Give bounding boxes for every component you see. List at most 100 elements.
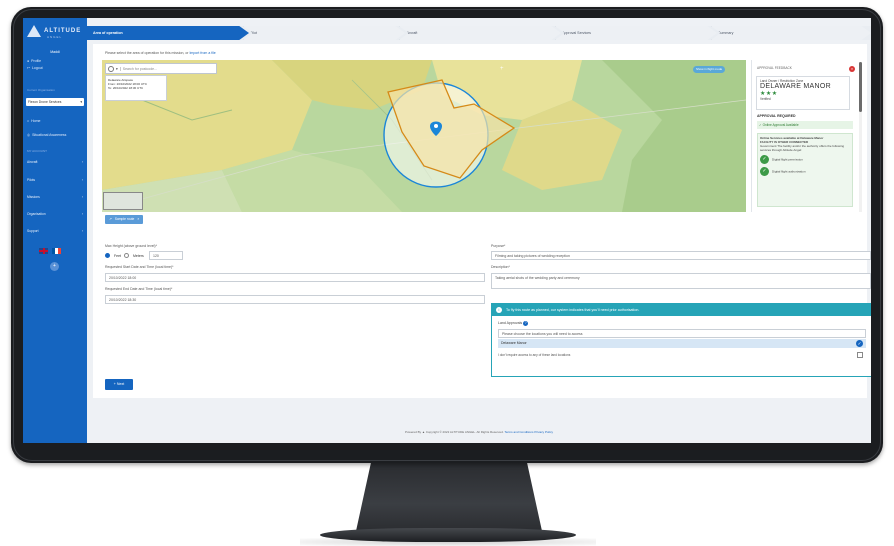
step-approval-services[interactable]: Approval Services — [555, 26, 717, 40]
start-date-input[interactable]: 20/10/2022 18:00 — [105, 273, 485, 282]
step-summary[interactable]: Summary — [711, 26, 871, 40]
import-file-link[interactable]: Import from a file — [189, 51, 215, 55]
chevron-right-icon: › — [81, 229, 83, 233]
step-area-of-operation[interactable]: Area of operation — [87, 26, 249, 40]
sidebar-item-home[interactable]: ⌂ Home — [27, 119, 40, 123]
sidebar: ALTITUDE ANGEL Maddi ● Profile ↩ Logout … — [23, 18, 87, 443]
service-item: ✓ Digital flight authorization — [760, 167, 850, 176]
approval-panel-title: APPROVAL FEEDBACK — [757, 66, 792, 70]
max-height-label: Max Height (above ground level)* — [105, 244, 157, 248]
no-land-access-checkbox[interactable] — [857, 352, 863, 358]
manage-section-label: MY ACCOUNT — [27, 149, 47, 153]
sidebar-item-situational-awareness[interactable]: ◎ Situational Awareness — [27, 133, 66, 137]
check-icon: ✓ — [759, 123, 762, 127]
description-label: Description* — [491, 265, 510, 269]
sidebar-item-label: Situational Awareness — [32, 133, 67, 137]
chevron-right-icon: › — [81, 195, 83, 199]
search-input[interactable]: Search for postcode... — [123, 67, 157, 71]
instruction-label: Please select the area of operation for … — [105, 51, 189, 55]
close-icon[interactable]: × — [849, 66, 855, 72]
france-flag-icon[interactable] — [52, 248, 61, 254]
map-layer-thumbnail[interactable] — [103, 192, 143, 210]
logout-label: Logout — [31, 66, 43, 70]
sidebar-item-label: Pilots — [27, 178, 36, 182]
flight-mode-button[interactable]: Show in flight mode — [693, 66, 726, 73]
next-button[interactable]: + Next — [105, 379, 133, 390]
step-aircraft[interactable]: Aircraft — [399, 26, 561, 40]
copyright: Copyright © 2022 ALTITUDE ANGEL. All Rig… — [425, 430, 504, 434]
sidebar-item-aircraft[interactable]: Aircraft › — [27, 160, 83, 164]
start-date-label: Requested Start Date and Time (local tim… — [105, 265, 174, 269]
sidebar-item-organisation[interactable]: Organisation › — [27, 212, 83, 216]
profile-label: Profile — [31, 59, 42, 63]
terms-link[interactable]: Terms and Conditions — [504, 430, 533, 434]
alert-header: i To fly this route as planned, our syst… — [492, 304, 871, 316]
sidebar-item-label: Support — [27, 229, 39, 233]
sample-route-button[interactable]: ↗ Sample route × — [105, 215, 144, 224]
postcode-search[interactable]: ▾ Search for postcode... — [105, 63, 217, 74]
panel-scrollbar[interactable] — [859, 62, 862, 212]
height-unit-group: Feet Meters — [105, 253, 144, 258]
monitor-stand-base — [320, 528, 576, 542]
meters-radio[interactable] — [124, 253, 130, 258]
sidebar-item-label: Organisation — [27, 212, 46, 216]
locate-icon[interactable] — [108, 65, 114, 72]
popup-to: To: 20/10/2022 18:30 UTC — [108, 86, 144, 91]
zone-card[interactable]: Land Owner / Restriction Zone DELAWARE M… — [756, 76, 850, 110]
sidebar-item-missions[interactable]: Missions › — [27, 195, 83, 199]
service-label: Digital flight authorization — [772, 169, 806, 174]
service-label: Digital flight permission — [772, 157, 803, 162]
chevron-right-icon: › — [81, 160, 83, 164]
user-name: Maddi — [50, 50, 60, 54]
chevron-right-icon: › — [81, 178, 83, 182]
online-approval-label: Online Approval Available — [762, 123, 799, 127]
approval-panel: APPROVAL FEEDBACK × Land Owner / Restric… — [751, 60, 859, 212]
logout-icon: ↩ — [27, 66, 30, 70]
close-icon[interactable]: × — [137, 215, 139, 224]
help-icon[interactable]: ? — [523, 321, 529, 326]
land-option-delaware-manor[interactable]: Delaware Manor ✓ — [498, 339, 866, 348]
logo-subtext: ANGEL — [47, 35, 63, 39]
description-textarea[interactable]: Taking aerial shots of the wedding party… — [491, 273, 871, 289]
privacy-link[interactable]: Privacy Policy — [534, 430, 553, 434]
step-pilot[interactable]: Pilot — [243, 26, 405, 40]
rating-sub: Verified — [760, 97, 771, 101]
profile-link[interactable]: ● Profile — [27, 59, 41, 63]
footer: Powered By ▲ Copyright © 2022 ALTITUDE A… — [87, 430, 871, 434]
logo-text: ALTITUDE — [44, 28, 82, 34]
map[interactable]: + — [102, 60, 746, 212]
purpose-input[interactable]: Filming and taking pictures of wedding r… — [491, 251, 871, 260]
org-select[interactable]: Flexon Drone Services ▾ — [26, 98, 84, 106]
no-land-access-label: I don't require access to any of these l… — [498, 353, 571, 357]
logout-link[interactable]: ↩ Logout — [27, 66, 43, 70]
max-height-input[interactable]: 120 — [149, 251, 183, 260]
services-note: Online Services available at Delaware Ma… — [757, 133, 853, 207]
chevron-right-icon: › — [81, 212, 83, 216]
feet-radio[interactable] — [105, 253, 110, 258]
land-option-label: Delaware Manor — [501, 341, 527, 345]
uk-flag-icon[interactable] — [39, 248, 48, 254]
land-approvals-title: Land Approvals ? — [498, 321, 529, 326]
approval-required-title: APPROVAL REQUIRED — [757, 114, 796, 118]
airspace-popup: Delaware Airspace From: 20/10/2022 18:00… — [105, 75, 167, 101]
end-date-input[interactable]: 20/10/2022 18:30 — [105, 295, 485, 304]
sidebar-item-pilots[interactable]: Pilots › — [27, 178, 83, 182]
map-canvas: + — [102, 60, 746, 212]
land-approvals-label: Land Approvals — [498, 321, 523, 325]
language-switcher — [39, 248, 61, 254]
search-type-dropdown[interactable]: ▾ — [116, 66, 121, 71]
screen: ALTITUDE ANGEL Maddi ● Profile ↩ Logout … — [23, 18, 871, 443]
feet-label: Feet — [114, 253, 122, 258]
info-icon: i — [496, 307, 502, 313]
monitor-stage: ALTITUDE ANGEL Maddi ● Profile ↩ Logout … — [0, 0, 894, 546]
svg-text:+: + — [500, 66, 504, 72]
stepper: Area of operation Pilot Aircraft Approva… — [87, 26, 871, 40]
help-icon[interactable]: + — [50, 262, 59, 271]
instruction-text: Please select the area of operation for … — [105, 51, 216, 55]
land-locations-select[interactable]: Please choose the locations you will nee… — [498, 329, 866, 338]
check-circle-icon: ✓ — [760, 167, 769, 176]
sidebar-item-support[interactable]: Support › — [27, 229, 83, 233]
brand-icon: ▲ — [422, 430, 425, 434]
monitor-stand-neck — [356, 463, 542, 531]
authorisation-alert: i To fly this route as planned, our syst… — [491, 303, 871, 377]
